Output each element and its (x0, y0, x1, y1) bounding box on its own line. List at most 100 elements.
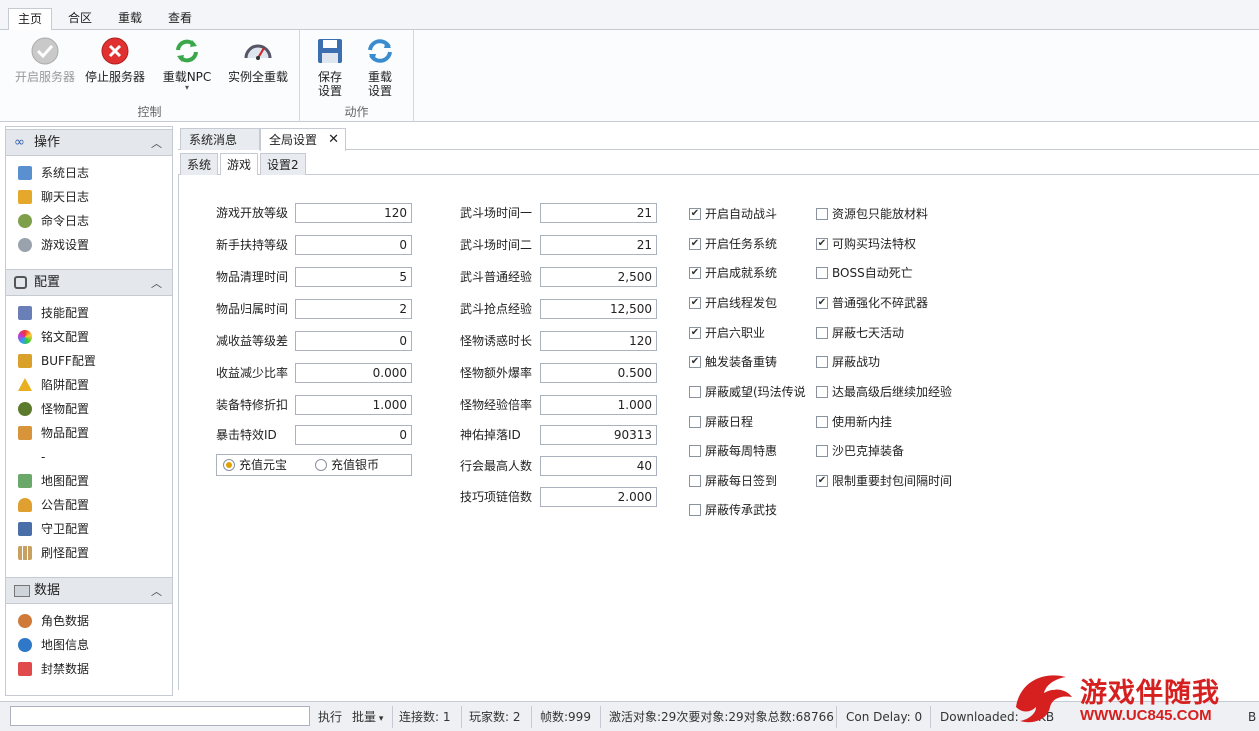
tab-merge[interactable]: 合区 (58, 8, 102, 30)
checkbox-option[interactable]: 屏蔽威望(玛法传说 (689, 383, 806, 401)
batch-dropdown[interactable]: 批量 ▾ (352, 708, 383, 726)
sidebar-section-config[interactable]: 配置 ︿ (6, 269, 172, 296)
radio-recharge-silver[interactable]: 充值银币 (315, 457, 379, 473)
ribbon-group-title: 控制 (137, 105, 162, 119)
users-icon (18, 614, 32, 628)
subtab-settings2[interactable]: 设置2 (260, 153, 306, 175)
checkbox-option[interactable]: 屏蔽每日签到 (689, 472, 777, 490)
checkbox-option[interactable]: ✔ 触发装备重铸 (689, 353, 777, 371)
sidebar-item-game-settings[interactable]: 游戏设置 (16, 235, 89, 255)
reload-instances-button[interactable]: 实例全重载 (224, 36, 292, 84)
checkbox-option[interactable]: 屏蔽每周特惠 (689, 442, 777, 460)
chevron-up-icon[interactable]: ︿ (151, 271, 162, 297)
sidebar-section-operations[interactable]: ∞ 操作 ︿ (6, 129, 172, 156)
radio-recharge-gold[interactable]: 充值元宝 (223, 457, 287, 473)
repair-discount-input[interactable]: 1.000 (295, 395, 412, 415)
arena-time2-input[interactable]: 21 (540, 235, 657, 255)
sidebar-item-character-data[interactable]: 角色数据 (16, 611, 89, 631)
checkbox-option[interactable]: ✔ 限制重要封包间隔时间 (816, 472, 952, 490)
menu-bar: 主页 合区 重载 查看 (0, 0, 1259, 30)
sidebar-item-spawn-config[interactable]: 刷怪配置 (16, 543, 89, 563)
tab-global-settings[interactable]: 全局设置 ✕ (260, 128, 346, 151)
checkbox-checked-icon: ✔ (689, 238, 701, 250)
command-input[interactable] (10, 706, 310, 726)
item-ownership-input[interactable]: 2 (295, 299, 412, 319)
sidebar-item-guard-config[interactable]: 守卫配置 (16, 519, 89, 539)
close-icon[interactable]: ✕ (328, 129, 339, 151)
stop-server-button[interactable]: 停止服务器 (82, 36, 148, 84)
sidebar-item-buff-config[interactable]: BUFF配置 (16, 351, 96, 371)
sidebar-section-data[interactable]: 数据 ︿ (6, 577, 172, 604)
checkbox-option[interactable]: ✔ 可购买玛法特权 (816, 235, 916, 253)
watermark: 游戏伴随我 WWW.UC845.COM (1010, 665, 1259, 731)
save-settings-button[interactable]: 保存 设置 (310, 36, 350, 98)
chevron-up-icon[interactable]: ︿ (151, 131, 162, 157)
checkbox-option[interactable]: ✔ 开启线程发包 (689, 294, 777, 312)
sidebar-item-chat-log[interactable]: 聊天日志 (16, 187, 89, 207)
checkbox-option[interactable]: 屏蔽日程 (689, 413, 753, 431)
chevron-up-icon[interactable]: ︿ (151, 579, 162, 605)
newbie-level-input[interactable]: 0 (295, 235, 412, 255)
checkbox-option[interactable]: ✔ 开启任务系统 (689, 235, 777, 253)
bell-icon (18, 498, 32, 512)
start-server-button[interactable]: 开启服务器 (12, 36, 78, 84)
monster-lure-input[interactable]: 120 (540, 331, 657, 351)
sidebar-item-trap-config[interactable]: 陷阱配置 (16, 375, 89, 395)
tab-system-messages[interactable]: 系统消息 (180, 128, 260, 150)
monster-exp-rate-input[interactable]: 1.000 (540, 395, 657, 415)
checkbox-option[interactable]: ✔ 普通强化不碎武器 (816, 294, 928, 312)
sidebar-item-command-log[interactable]: 命令日志 (16, 211, 89, 231)
execute-button[interactable]: 执行 (318, 708, 342, 726)
arena-time1-input[interactable]: 21 (540, 203, 657, 223)
reload-settings-button[interactable]: 重载 设置 (360, 36, 400, 98)
subtab-game[interactable]: 游戏 (220, 153, 258, 176)
sidebar-item-map-config[interactable]: 地图配置 (16, 471, 89, 491)
stop-icon (101, 37, 129, 65)
checkbox-option[interactable]: ✔ 开启自动战斗 (689, 205, 777, 223)
field-label: 减收益等级差 (216, 334, 289, 348)
income-reduce-rate-input[interactable]: 0.000 (295, 363, 412, 383)
checkbox-option[interactable]: 屏蔽传承武技 (689, 501, 777, 519)
arena-capture-exp-input[interactable]: 12,500 (540, 299, 657, 319)
field-label: 武斗场时间一 (460, 206, 533, 220)
checkbox-option[interactable]: 资源包只能放材料 (816, 205, 928, 223)
sidebar-item-inscription-config[interactable]: 铭文配置 (16, 327, 89, 347)
crit-effect-id-input[interactable]: 0 (295, 425, 412, 445)
sidebar-item-skill-config[interactable]: 技能配置 (16, 303, 89, 323)
tab-view[interactable]: 查看 (158, 8, 202, 30)
reload-npc-button[interactable]: 重载NPC ▾ (154, 36, 220, 92)
sidebar-item-notice-config[interactable]: 公告配置 (16, 495, 89, 515)
checkbox-option[interactable]: BOSS自动死亡 (816, 264, 913, 282)
extra-drop-rate-input[interactable]: 0.500 (540, 363, 657, 383)
guild-max-members-input[interactable]: 40 (540, 456, 657, 476)
field-label: 装备特修折扣 (216, 398, 289, 412)
sidebar-item-item-config[interactable]: 物品配置 (16, 423, 89, 443)
sidebar-item-system-log[interactable]: 系统日志 (16, 163, 89, 183)
checkbox-option[interactable]: 屏蔽七天活动 (816, 324, 904, 342)
sidebar-item-ban-data[interactable]: 封禁数据 (16, 659, 89, 679)
skill-necklace-multiplier-input[interactable]: 2.000 (540, 487, 657, 507)
separator (392, 706, 393, 728)
checkbox-label: 开启成就系统 (705, 266, 778, 280)
checkbox-option[interactable]: 屏蔽战功 (816, 353, 880, 371)
checkbox-option[interactable]: ✔ 开启六职业 (689, 324, 765, 342)
checkbox-option[interactable]: ✔ 开启成就系统 (689, 264, 777, 282)
sidebar-item-map-info[interactable]: 地图信息 (16, 635, 89, 655)
blessing-drop-id-input[interactable]: 90313 (540, 425, 657, 445)
bug-icon (18, 402, 32, 416)
tab-reload[interactable]: 重载 (108, 8, 152, 30)
subtab-system[interactable]: 系统 (180, 153, 218, 175)
checkbox-option[interactable]: 达最高级后继续加经验 (816, 383, 952, 401)
tab-home[interactable]: 主页 (8, 8, 52, 30)
sidebar-item-monster-config[interactable]: 怪物配置 (16, 399, 89, 419)
checkbox-unchecked-icon (689, 416, 701, 428)
item-cleanup-input[interactable]: 5 (295, 267, 412, 287)
checkbox-option[interactable]: 使用新内挂 (816, 413, 892, 431)
gears-icon (18, 238, 32, 252)
checkmark-icon (31, 37, 59, 65)
open-level-input[interactable]: 120 (295, 203, 412, 223)
checkbox-option[interactable]: 沙巴克掉装备 (816, 442, 904, 460)
reduce-level-diff-input[interactable]: 0 (295, 331, 412, 351)
arena-normal-exp-input[interactable]: 2,500 (540, 267, 657, 287)
field-label: 技巧项链倍数 (460, 490, 533, 504)
